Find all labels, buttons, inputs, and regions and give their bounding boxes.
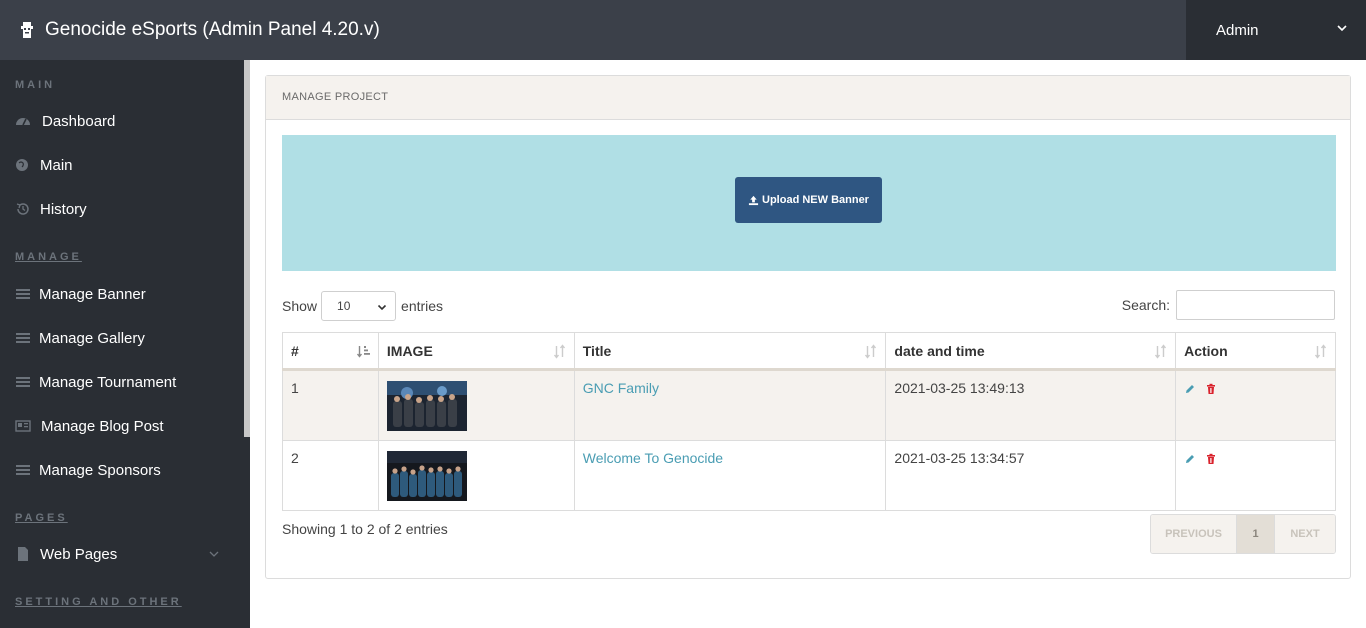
length-prefix: Show (282, 298, 318, 314)
row-image-cell (377, 440, 575, 511)
sidebar-item-manage-banner[interactable]: Manage Banner (0, 274, 240, 314)
row-image-cell (377, 369, 575, 441)
edit-pencil-icon[interactable] (1184, 453, 1196, 465)
row-datetime: 2021-03-25 13:49:13 (885, 369, 1177, 441)
sidebar-item-manage-tournament[interactable]: Manage Tournament (0, 362, 240, 402)
row-datetime: 2021-03-25 13:34:57 (885, 440, 1177, 511)
page-1-button[interactable]: 1 (1237, 515, 1275, 553)
sidebar-item-label: Manage Blog Post (41, 417, 164, 435)
chevron-down-icon (209, 551, 219, 557)
delete-trash-icon[interactable] (1205, 383, 1217, 395)
file-icon (18, 547, 28, 561)
length-suffix: entries (401, 298, 444, 314)
search-label: Search: (1121, 297, 1170, 313)
panel-header: MANAGE PROJECT (266, 76, 1350, 120)
previous-page-button[interactable]: PREVIOUS (1151, 515, 1237, 553)
section-header-setting-and-other: SETTING AND OTHER (15, 596, 182, 608)
edit-pencil-icon[interactable] (1184, 383, 1196, 395)
table-header-row: # IMAGE Title date and time Action (282, 332, 1336, 371)
row-number: 2 (282, 440, 379, 511)
chevron-down-icon (377, 304, 387, 311)
row-title-link[interactable]: Welcome To Genocide (583, 450, 723, 466)
sidebar: MAIN Dashboard Main History MANAGE Manag… (0, 60, 250, 628)
sidebar-item-manage-blog-post[interactable]: Manage Blog Post (0, 406, 240, 446)
panel-title: MANAGE PROJECT (282, 91, 389, 103)
list-icon (16, 289, 30, 299)
table-row: 2 Welcome To Genocide 2021-03-25 13:34:5… (282, 440, 1336, 511)
list-icon (16, 465, 30, 475)
sidebar-item-label: Manage Gallery (39, 329, 145, 347)
column-header-image[interactable]: IMAGE (377, 332, 575, 371)
column-header-title[interactable]: Title (573, 332, 887, 371)
sidebar-item-main[interactable]: Main (0, 145, 240, 185)
section-header-manage: MANAGE (15, 251, 82, 263)
entries-length-value: 10 (337, 299, 351, 313)
sort-icon (1314, 344, 1327, 359)
row-title-cell: GNC Family (573, 369, 887, 441)
dashboard-icon (16, 118, 30, 126)
sidebar-item-label: Main (40, 156, 73, 174)
sidebar-item-label: Manage Banner (39, 285, 146, 303)
top-navbar: Genocide eSports (Admin Panel 4.20.v) Ad… (0, 0, 1366, 60)
sort-ascending-icon (356, 346, 370, 358)
upload-new-banner-button[interactable]: Upload NEW Banner (735, 177, 882, 223)
banner-table: # IMAGE Title date and time Action 1 GNC… (282, 332, 1336, 511)
row-number: 1 (282, 369, 379, 441)
row-action-cell (1175, 369, 1336, 441)
row-title-link[interactable]: GNC Family (583, 380, 659, 396)
section-header-main: MAIN (15, 79, 56, 91)
search-input[interactable] (1176, 290, 1335, 320)
column-header-number[interactable]: # (282, 332, 379, 371)
column-header-date-and-time[interactable]: date and time (885, 332, 1177, 371)
table-row: 1 GNC Family 2021-03-25 13:49:13 (282, 369, 1336, 441)
sidebar-item-label: Manage Tournament (39, 373, 177, 391)
row-actions (1184, 380, 1327, 395)
pagination: PREVIOUS 1 NEXT (1150, 514, 1336, 554)
user-menu-label: Admin (1216, 21, 1259, 39)
sidebar-item-web-pages[interactable]: Web Pages (0, 534, 240, 574)
brand-logo-icon (21, 22, 33, 38)
newspaper-icon (15, 420, 31, 432)
row-title-cell: Welcome To Genocide (573, 440, 887, 511)
list-icon (16, 377, 30, 387)
history-icon (16, 203, 29, 215)
sidebar-item-label: Manage Sponsors (39, 461, 161, 479)
next-page-button[interactable]: NEXT (1275, 515, 1335, 553)
sidebar-item-manage-gallery[interactable]: Manage Gallery (0, 318, 240, 358)
sidebar-item-history[interactable]: History (0, 189, 240, 229)
user-menu-dropdown[interactable]: Admin (1186, 0, 1366, 60)
banner-thumbnail-image[interactable] (386, 381, 467, 431)
sidebar-scrollbar[interactable] (244, 60, 250, 437)
globe-icon (16, 159, 28, 171)
sidebar-item-label: History (40, 200, 87, 218)
sidebar-item-label: Web Pages (40, 545, 118, 563)
upload-button-label: Upload NEW Banner (762, 194, 869, 206)
brand[interactable]: Genocide eSports (Admin Panel 4.20.v) (18, 0, 380, 60)
sidebar-item-label: Dashboard (42, 112, 116, 130)
list-icon (16, 333, 30, 343)
sort-icon (553, 344, 565, 359)
sidebar-item-dashboard[interactable]: Dashboard (0, 101, 240, 141)
banner-thumbnail-image[interactable] (386, 451, 467, 501)
column-header-action[interactable]: Action (1175, 332, 1336, 371)
section-header-pages: PAGES (15, 512, 68, 524)
manage-project-panel: MANAGE PROJECT Upload NEW Banner Show 10… (265, 75, 1351, 579)
app-title: Genocide eSports (Admin Panel 4.20.v) (45, 19, 380, 40)
row-action-cell (1175, 440, 1336, 511)
entries-length-select[interactable]: 10 (321, 291, 397, 321)
entries-length-control: Show 10 entries (282, 291, 443, 321)
upload-icon (748, 195, 759, 205)
row-actions (1184, 450, 1327, 465)
delete-trash-icon[interactable] (1205, 453, 1217, 465)
chevron-down-icon (1337, 25, 1347, 32)
sort-icon (865, 344, 877, 359)
upload-banner-area: Upload NEW Banner (282, 135, 1336, 271)
table-search: Search: (1122, 290, 1335, 320)
table-info: Showing 1 to 2 of 2 entries (282, 521, 448, 537)
sort-icon (1155, 344, 1167, 359)
sidebar-item-manage-sponsors[interactable]: Manage Sponsors (0, 450, 240, 490)
